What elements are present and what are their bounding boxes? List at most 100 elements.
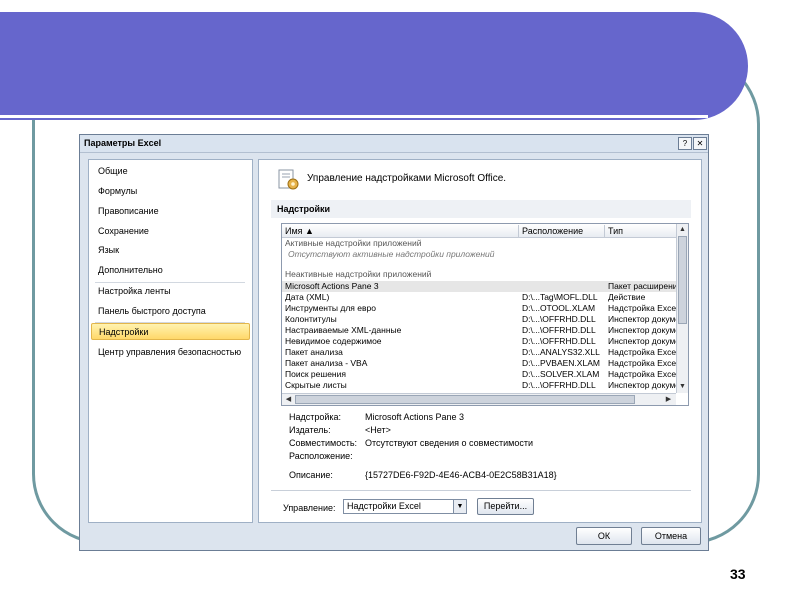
cell-type: Инспектор документов [608,380,676,390]
cell-name: Скрытые листы [285,380,347,390]
column-header-name[interactable]: Имя ▲ [282,225,519,237]
cell-location: D:\...\OFFRHD.DLL [522,314,596,324]
detail-value: Отсутствуют сведения о совместимости [365,438,534,448]
nav-item-addins[interactable]: Надстройки [91,323,250,340]
cell-type: Надстройка Excel [608,358,676,368]
detail-label: Расположение: [289,451,353,461]
group-label: Неактивные надстройки приложений [285,269,432,279]
nav-item-advanced[interactable]: Дополнительно [91,262,250,279]
nav-item-formulas[interactable]: Формулы [91,183,250,200]
nav-item-save[interactable]: Сохранение [91,223,250,240]
cell-name: Настраиваемые XML-данные [285,325,402,335]
nav-item-language[interactable]: Язык [91,242,250,259]
nav-item-proofing[interactable]: Правописание [91,203,250,220]
cell-type: Инспектор документов [608,314,676,324]
detail-label: Надстройка: [289,412,342,422]
nav-item-customize-ribbon[interactable]: Настройка ленты [91,283,250,300]
go-button[interactable]: Перейти... [477,498,534,515]
options-nav: Общие Формулы Правописание Сохранение Яз… [88,159,253,523]
addins-gear-icon [278,169,299,190]
empty-note: Отсутствуют активные надстройки приложен… [288,249,495,259]
banner-underline [0,115,708,118]
vertical-scrollbar[interactable]: ▲ ▼ [676,224,688,393]
cell-location: D:\...SOLVER.XLAM [522,369,600,379]
scroll-right-arrow-icon[interactable]: ▶ [663,394,674,405]
close-icon[interactable]: ✕ [693,137,707,150]
slide-title-banner [0,12,748,120]
vertical-scroll-thumb[interactable] [678,236,687,324]
table-row[interactable]: Пакет анализа D:\...ANALYS32.XLL Надстро… [282,347,676,358]
manage-dropdown-value: Надстройки Excel [347,501,421,511]
detail-label: Совместимость: [289,438,358,448]
table-row[interactable]: Пакет анализа - VBA D:\...PVBAEN.XLAM На… [282,358,676,369]
cell-name: Пакет анализа [285,347,343,357]
manage-separator [271,490,691,491]
cell-name: Пакет анализа - VBA [285,358,368,368]
cell-location: D:\...\OFFRHD.DLL [522,380,596,390]
help-icon[interactable]: ? [678,137,692,150]
cell-name: Инструменты для евро [285,303,376,313]
detail-value: <Нет> [365,425,391,435]
panel-header-text: Управление надстройками Microsoft Office… [307,173,507,184]
scroll-down-arrow-icon[interactable]: ▼ [677,381,688,392]
dialog-title: Параметры Excel [84,138,162,148]
cell-name: Поиск решения [285,369,346,379]
cell-location: D:\...\OFFRHD.DLL [522,336,596,346]
detail-value: {15727DE6-F92D-4E46-ACB4-0E2C58B31A18} [365,470,557,480]
cell-name: Невидимое содержимое [285,336,382,346]
table-row[interactable]: Колонтитулы D:\...\OFFRHD.DLL Инспектор … [282,314,676,325]
group-header-inactive: Неактивные надстройки приложений [282,269,676,280]
cell-name: Колонтитулы [285,314,337,324]
group-note-active: Отсутствуют активные надстройки приложен… [282,249,676,260]
table-row[interactable]: Инструменты для евро D:\...OTOOL.XLAM На… [282,303,676,314]
group-header-active: Активные надстройки приложений [282,238,676,249]
ok-button[interactable]: ОК [576,527,632,545]
horizontal-scrollbar[interactable]: ◀ ▶ [282,393,676,405]
table-row[interactable]: Дата (XML) D:\...Tag\MOFL.DLL Действие [282,292,676,303]
cell-type: Инспектор документов [608,336,676,346]
slide-number: 33 [730,566,746,582]
scroll-left-arrow-icon[interactable]: ◀ [283,394,294,405]
cell-type: Надстройка Excel [608,303,676,313]
cell-location: D:\...PVBAEN.XLAM [522,358,600,368]
cell-type: Надстройка Excel [608,347,676,357]
horizontal-scroll-thumb[interactable] [295,395,635,404]
section-title: Надстройки [277,204,331,214]
cell-location: D:\...Tag\MOFL.DLL [522,292,598,302]
nav-item-trust-center[interactable]: Центр управления безопасностью [91,344,250,361]
table-row[interactable]: Настраиваемые XML-данные D:\...\OFFRHD.D… [282,325,676,336]
dialog-titlebar: Параметры Excel ? ✕ [80,135,708,153]
column-header-location[interactable]: Расположение [519,225,605,237]
scroll-up-arrow-icon[interactable]: ▲ [677,224,688,235]
cell-type: Надстройка Excel [608,369,676,379]
excel-options-dialog: Параметры Excel ? ✕ Общие Формулы Правоп… [79,134,709,551]
cell-name: Дата (XML) [285,292,330,302]
table-row[interactable]: Microsoft Actions Pane 3 Пакет расширени… [282,281,676,292]
table-row[interactable]: Поиск решения D:\...SOLVER.XLAM Надстрой… [282,369,676,380]
detail-value: Microsoft Actions Pane 3 [365,412,465,422]
detail-label: Описание: [289,470,333,480]
manage-dropdown[interactable]: Надстройки Excel ▼ [343,499,467,514]
detail-label: Издатель: [289,425,331,435]
group-label: Активные надстройки приложений [285,238,422,248]
addins-grid[interactable]: Имя ▲ Расположение Тип Активные надстрой… [281,223,689,406]
table-row[interactable]: Скрытые листы D:\...\OFFRHD.DLL Инспекто… [282,380,676,391]
grid-body: Активные надстройки приложений Отсутству… [282,238,676,393]
cancel-button[interactable]: Отмена [641,527,701,545]
cell-type: Инспектор документов [608,325,676,335]
addins-panel: Управление надстройками Microsoft Office… [258,159,702,523]
cell-location: D:\...OTOOL.XLAM [522,303,596,313]
cell-location: D:\...ANALYS32.XLL [522,347,600,357]
cell-type: Действие [608,292,646,302]
nav-item-general[interactable]: Общие [91,163,250,180]
dropdown-arrow-icon[interactable]: ▼ [453,500,466,513]
column-header-type[interactable]: Тип [605,225,676,237]
section-bar: Надстройки [271,200,691,218]
table-row[interactable]: Невидимое содержимое D:\...\OFFRHD.DLL И… [282,336,676,347]
cell-location: D:\...\OFFRHD.DLL [522,325,596,335]
cell-name: Microsoft Actions Pane 3 [285,281,379,291]
manage-label: Управление: [283,503,336,513]
cell-type: Пакет расширения XML [608,281,676,291]
nav-item-quick-access[interactable]: Панель быстрого доступа [91,303,250,320]
grid-header: Имя ▲ Расположение Тип [282,224,676,238]
